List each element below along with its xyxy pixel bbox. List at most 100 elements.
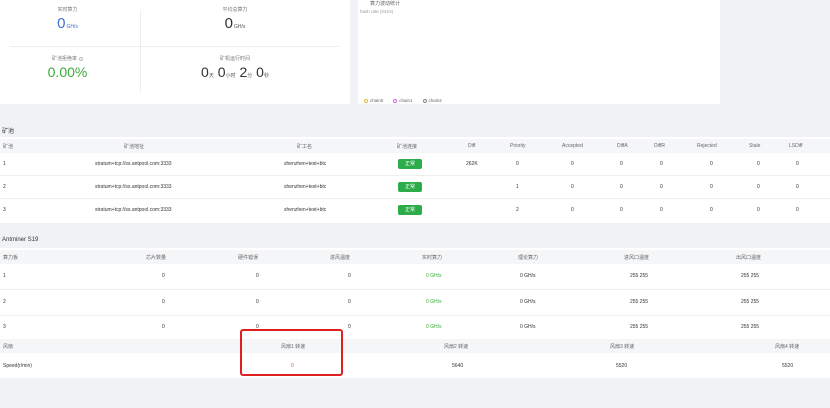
hw-errors: 0 <box>256 273 259 279</box>
runtime-secs-unit: 秒 <box>263 73 269 79</box>
pools-header-cell: Stale <box>749 143 761 149</box>
fan-table-header <box>0 339 830 353</box>
pool-priority: 1 <box>516 184 519 190</box>
pool-stale: 0 <box>757 207 760 213</box>
pool-accepted: 0 <box>571 207 574 213</box>
fan3-speed: 5520 <box>616 363 628 369</box>
runtime-hours: 0 <box>217 64 226 80</box>
divider <box>0 315 830 316</box>
pool-url: stratum+tcp://ss.antpool.com:3333 <box>95 161 172 167</box>
theoretical-hashrate-unit: GH/s <box>524 273 536 279</box>
pool-accepted: 0 <box>571 184 574 190</box>
pools-section-title: 矿池 <box>2 129 15 135</box>
realtime-hashrate-value: 0 <box>57 15 66 32</box>
avg-hashrate-label: 平均总算力 <box>222 7 248 13</box>
fan-header-cell: 风扇3 转速 <box>610 344 635 350</box>
divider <box>0 289 830 290</box>
pool-stale: 0 <box>757 161 760 167</box>
pool-lsdiff: 0 <box>796 161 799 167</box>
board-id: 2 <box>3 299 6 305</box>
miner-table <box>0 248 830 378</box>
pool-priority: 0 <box>516 161 519 167</box>
theoretical-hashrate-unit: GH/s <box>524 324 536 330</box>
miner-header-cell: 进风口温度 <box>624 255 650 261</box>
pools-header-cell: 矿池地址 <box>124 144 145 150</box>
realtime-hashrate-value: 0 <box>426 324 429 330</box>
pool-id: 2 <box>3 184 6 190</box>
miner-header-cell: 出风口温度 <box>736 255 762 261</box>
inlet-temps: 255 255 <box>630 273 649 279</box>
pool-lsdiff: 0 <box>796 207 799 213</box>
miner-header-cell: 进风温度 <box>330 255 351 261</box>
pool-url: stratum+tcp://ss.antpool.com:3333 <box>95 207 172 213</box>
fan2-speed: 5640 <box>452 363 464 369</box>
outlet-temps: 255 255 <box>741 299 760 305</box>
stats-panel: 实时算力 0GH/s 平均总算力 0GH/s 矿池拒绝率 0.00% 矿机运行时… <box>0 0 350 104</box>
theoretical-hashrate: 0 GH/s <box>520 299 536 305</box>
pool-status-badge: 正常 <box>398 205 422 215</box>
inlet-temp: 0 <box>348 273 351 279</box>
pools-header-cell: DiffA <box>617 143 628 149</box>
pool-worker: shenzhen+test+btc <box>284 161 327 167</box>
pool-rejected: 0 <box>710 207 713 213</box>
pools-header-cell: 矿工名 <box>297 144 313 150</box>
theoretical-hashrate-value: 0 <box>520 299 523 305</box>
reject-rate-value: 0.00% <box>47 64 88 80</box>
pools-header-cell: Rejected <box>697 143 717 149</box>
outlet-temps: 255 255 <box>741 273 760 279</box>
miner-header-cell: 芯片数量 <box>146 255 167 261</box>
pools-header-cell: Diff <box>468 143 476 149</box>
theoretical-hashrate-value: 0 <box>520 324 523 330</box>
avg-hashrate-unit: GH/s <box>233 24 246 30</box>
pool-url: stratum+tcp://ss.antpool.com:3333 <box>95 184 172 190</box>
pool-diffr: 0 <box>660 184 663 190</box>
realtime-hashrate: 0 GH/s <box>426 324 442 330</box>
pool-diffr: 0 <box>660 207 663 213</box>
info-icon[interactable] <box>79 56 83 61</box>
fan4-speed: 5520 <box>782 363 794 369</box>
chart-legend: chain0 chain1 chain2 <box>364 98 442 103</box>
legend-dot-icon <box>393 98 398 103</box>
theoretical-hashrate-unit: GH/s <box>524 299 536 305</box>
pool-rejected: 0 <box>710 184 713 190</box>
hw-errors: 0 <box>256 299 259 305</box>
pool-worker: shenzhen+test+btc <box>284 207 327 213</box>
board-id: 3 <box>3 324 6 330</box>
runtime-days-unit: 天 <box>208 73 214 79</box>
pool-diff: 262K <box>466 161 478 167</box>
chip-count: 0 <box>162 299 165 305</box>
legend-dot-icon <box>422 98 427 103</box>
pool-status-badge: 正常 <box>398 182 422 192</box>
realtime-hashrate-label: 实时算力 <box>57 7 78 13</box>
legend-label: chain0 <box>370 98 384 103</box>
legend-item-chain0[interactable]: chain0 <box>364 98 383 103</box>
runtime-mins-unit: 分 <box>247 73 253 79</box>
legend-item-chain2[interactable]: chain2 <box>422 98 442 103</box>
chip-count: 0 <box>162 324 165 330</box>
reject-rate-label: 矿池拒绝率 <box>51 56 77 62</box>
pools-header-cell: DiffR <box>654 143 666 149</box>
divider <box>0 175 830 176</box>
legend-item-chain1[interactable]: chain1 <box>393 98 413 103</box>
inlet-temps: 255 255 <box>630 299 649 305</box>
pools-header-cell: Accepted <box>562 143 583 149</box>
pool-accepted: 0 <box>571 161 574 167</box>
runtime-stat: 矿机运行时间 0天 0小时 2分 0秒 <box>160 55 310 80</box>
legend-label: chain1 <box>399 98 413 103</box>
runtime-secs: 0 <box>256 64 264 80</box>
pool-id: 3 <box>3 207 6 213</box>
theoretical-hashrate-value: 0 <box>520 273 523 279</box>
miner-header-cell: 实时算力 <box>422 255 443 261</box>
runtime-hours-unit: 小时 <box>225 73 236 79</box>
miner-header-cell: 算力板 <box>3 255 19 261</box>
theoretical-hashrate: 0 GH/s <box>520 273 536 279</box>
highlight-annotation <box>240 329 343 376</box>
pool-diffr: 0 <box>660 161 663 167</box>
fan-header-label: 风扇 <box>3 344 14 350</box>
realtime-hashrate: 0 GH/s <box>426 273 442 279</box>
realtime-hashrate-unit: GH/s <box>430 324 442 330</box>
pool-diffa: 0 <box>620 161 623 167</box>
fan-speed-label: Speed(r/min) <box>3 363 32 369</box>
inlet-temp: 0 <box>348 324 351 330</box>
legend-dot-icon <box>364 98 368 103</box>
